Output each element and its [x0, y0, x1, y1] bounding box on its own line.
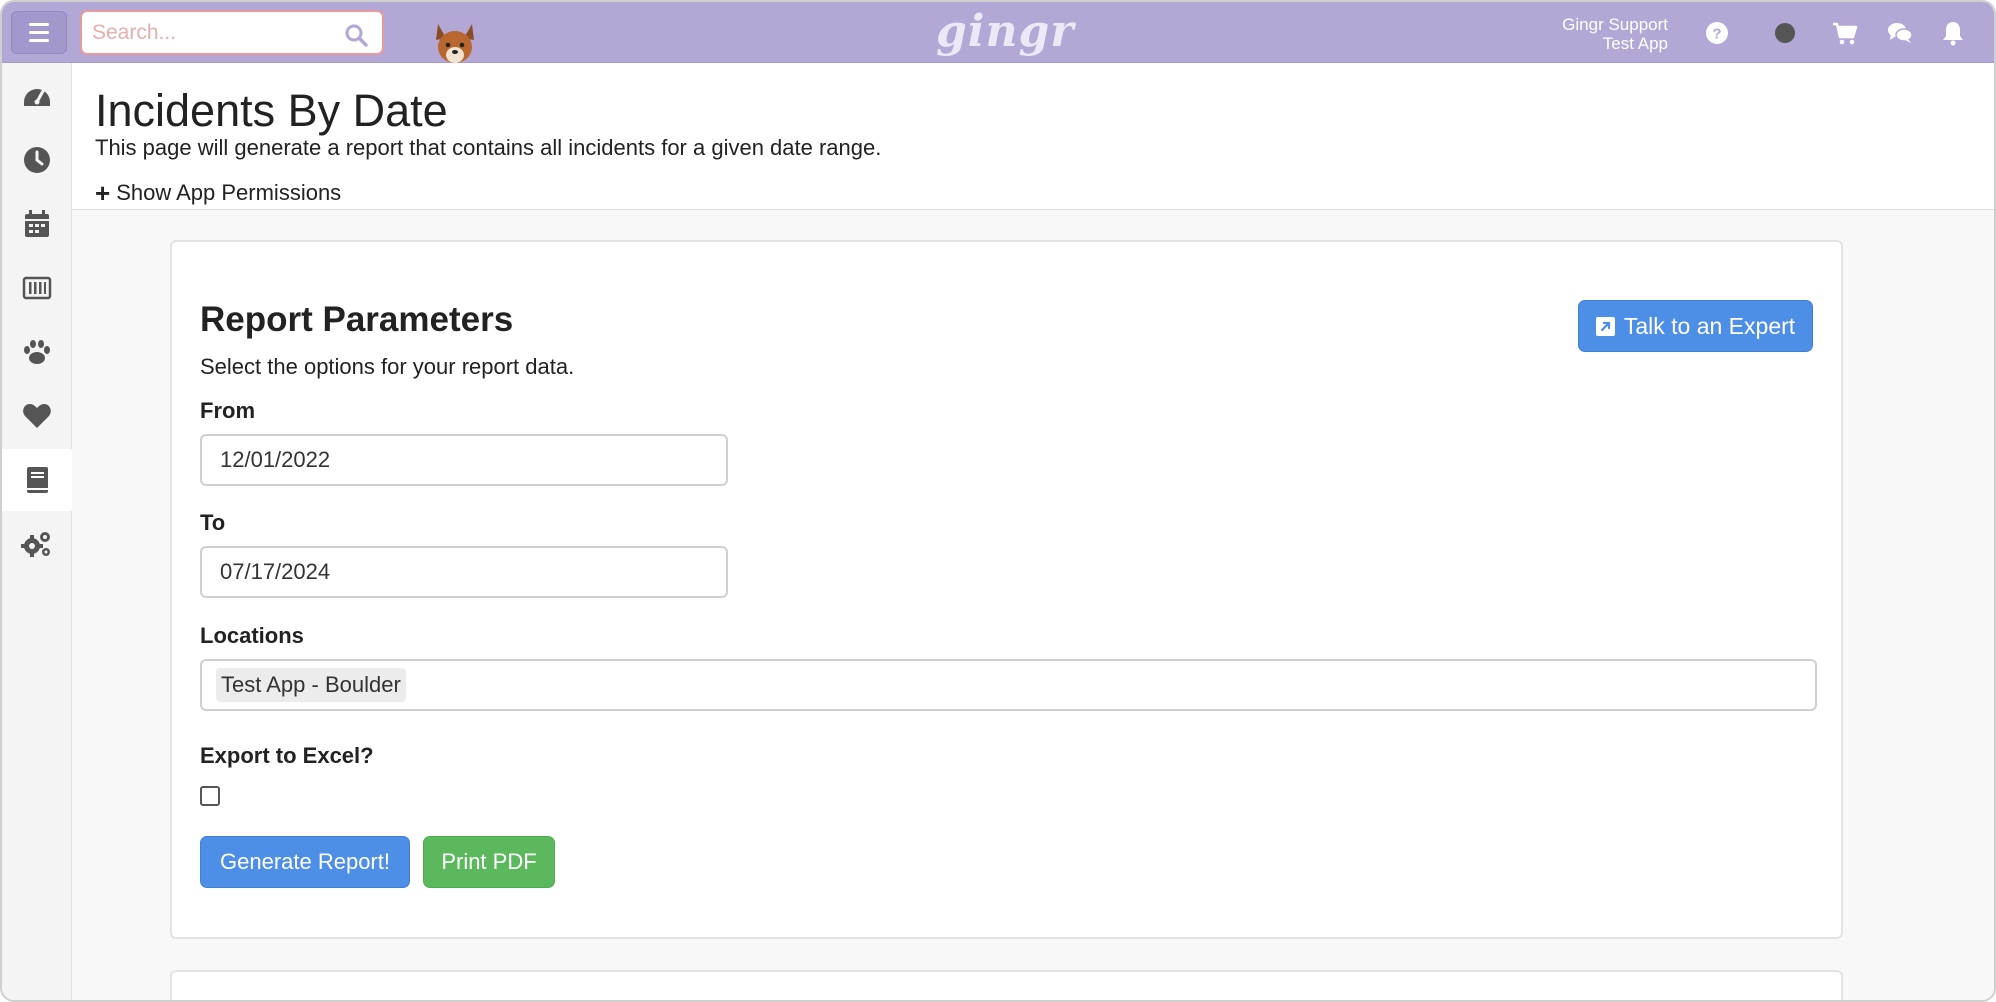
report-parameters-title: Report Parameters — [200, 300, 514, 339]
sidebar-item-pets[interactable] — [2, 321, 72, 383]
location-tag[interactable]: Test App - Boulder — [216, 668, 406, 702]
talk-to-expert-label: Talk to an Expert — [1623, 312, 1796, 339]
plus-icon: + — [95, 178, 111, 208]
chat-icon[interactable] — [1886, 19, 1914, 47]
search-box — [80, 10, 384, 55]
app-name: Test App — [1602, 34, 1668, 53]
user-info[interactable]: Gingr Support Test App — [1562, 15, 1668, 53]
to-date-input[interactable]: 07/17/2024 — [200, 546, 728, 598]
dog-mascot-icon — [436, 24, 474, 63]
generate-report-button[interactable]: Generate Report! — [200, 836, 410, 888]
report-parameters-card: Report Parameters Select the options for… — [170, 240, 1843, 939]
clock-icon — [24, 147, 50, 173]
locations-label: Locations — [200, 623, 304, 648]
show-app-permissions-label: Show App Permissions — [116, 180, 342, 205]
show-app-permissions-link[interactable]: + Show App Permissions — [95, 180, 341, 206]
top-bar: gingr Gingr Support Test App ? — [2, 2, 1994, 63]
gingr-logo: gingr — [936, 6, 1075, 57]
sidebar-item-calendar[interactable] — [2, 193, 72, 255]
print-pdf-button[interactable]: Print PDF — [423, 836, 555, 888]
sidebar-item-settings[interactable] — [2, 513, 72, 575]
report-results-card — [170, 970, 1843, 1000]
page-title: Incidents By Date — [95, 85, 448, 136]
sidebar-item-reports[interactable] — [2, 449, 72, 511]
gears-icon — [21, 532, 50, 557]
sidebar-item-barcode[interactable] — [2, 257, 72, 319]
help-icon[interactable]: ? — [1703, 19, 1731, 47]
svg-text:?: ? — [1712, 26, 1721, 43]
hamburger-icon — [29, 23, 49, 26]
sidebar-item-favorites[interactable] — [2, 385, 72, 447]
sidebar-item-dashboard[interactable] — [2, 65, 72, 127]
export-to-excel-label: Export to Excel? — [200, 743, 374, 768]
user-name: Gingr Support — [1562, 15, 1668, 34]
hamburger-menu-button[interactable] — [11, 11, 67, 54]
sidebar — [2, 63, 72, 1000]
to-label: To — [200, 510, 226, 535]
sidebar-item-history[interactable] — [2, 129, 72, 191]
page-header: Incidents By Date This page will generat… — [72, 63, 1994, 210]
external-link-icon — [1595, 316, 1615, 336]
talk-to-expert-button[interactable]: Talk to an Expert — [1578, 300, 1813, 352]
export-to-excel-checkbox[interactable] — [200, 786, 220, 806]
app-window: gingr Gingr Support Test App ? — [0, 0, 1996, 1002]
search-icon[interactable] — [344, 23, 368, 47]
heart-icon — [23, 404, 51, 428]
status-dot-icon[interactable] — [1771, 19, 1799, 47]
from-date-input[interactable]: 12/01/2022 — [200, 434, 728, 486]
calendar-icon — [25, 210, 49, 237]
report-parameters-subtitle: Select the options for your report data. — [200, 354, 575, 379]
cart-icon[interactable] — [1831, 19, 1859, 47]
from-label: From — [200, 398, 255, 423]
paw-icon — [24, 340, 50, 364]
search-input[interactable] — [92, 18, 332, 48]
bell-icon[interactable] — [1939, 19, 1967, 47]
dashboard-icon — [24, 89, 50, 106]
main-content: Report Parameters Select the options for… — [72, 210, 1994, 1000]
page-description: This page will generate a report that co… — [95, 135, 882, 160]
locations-select[interactable]: Test App - Boulder — [200, 659, 1817, 711]
book-icon — [27, 467, 48, 493]
barcode-icon — [22, 276, 52, 300]
